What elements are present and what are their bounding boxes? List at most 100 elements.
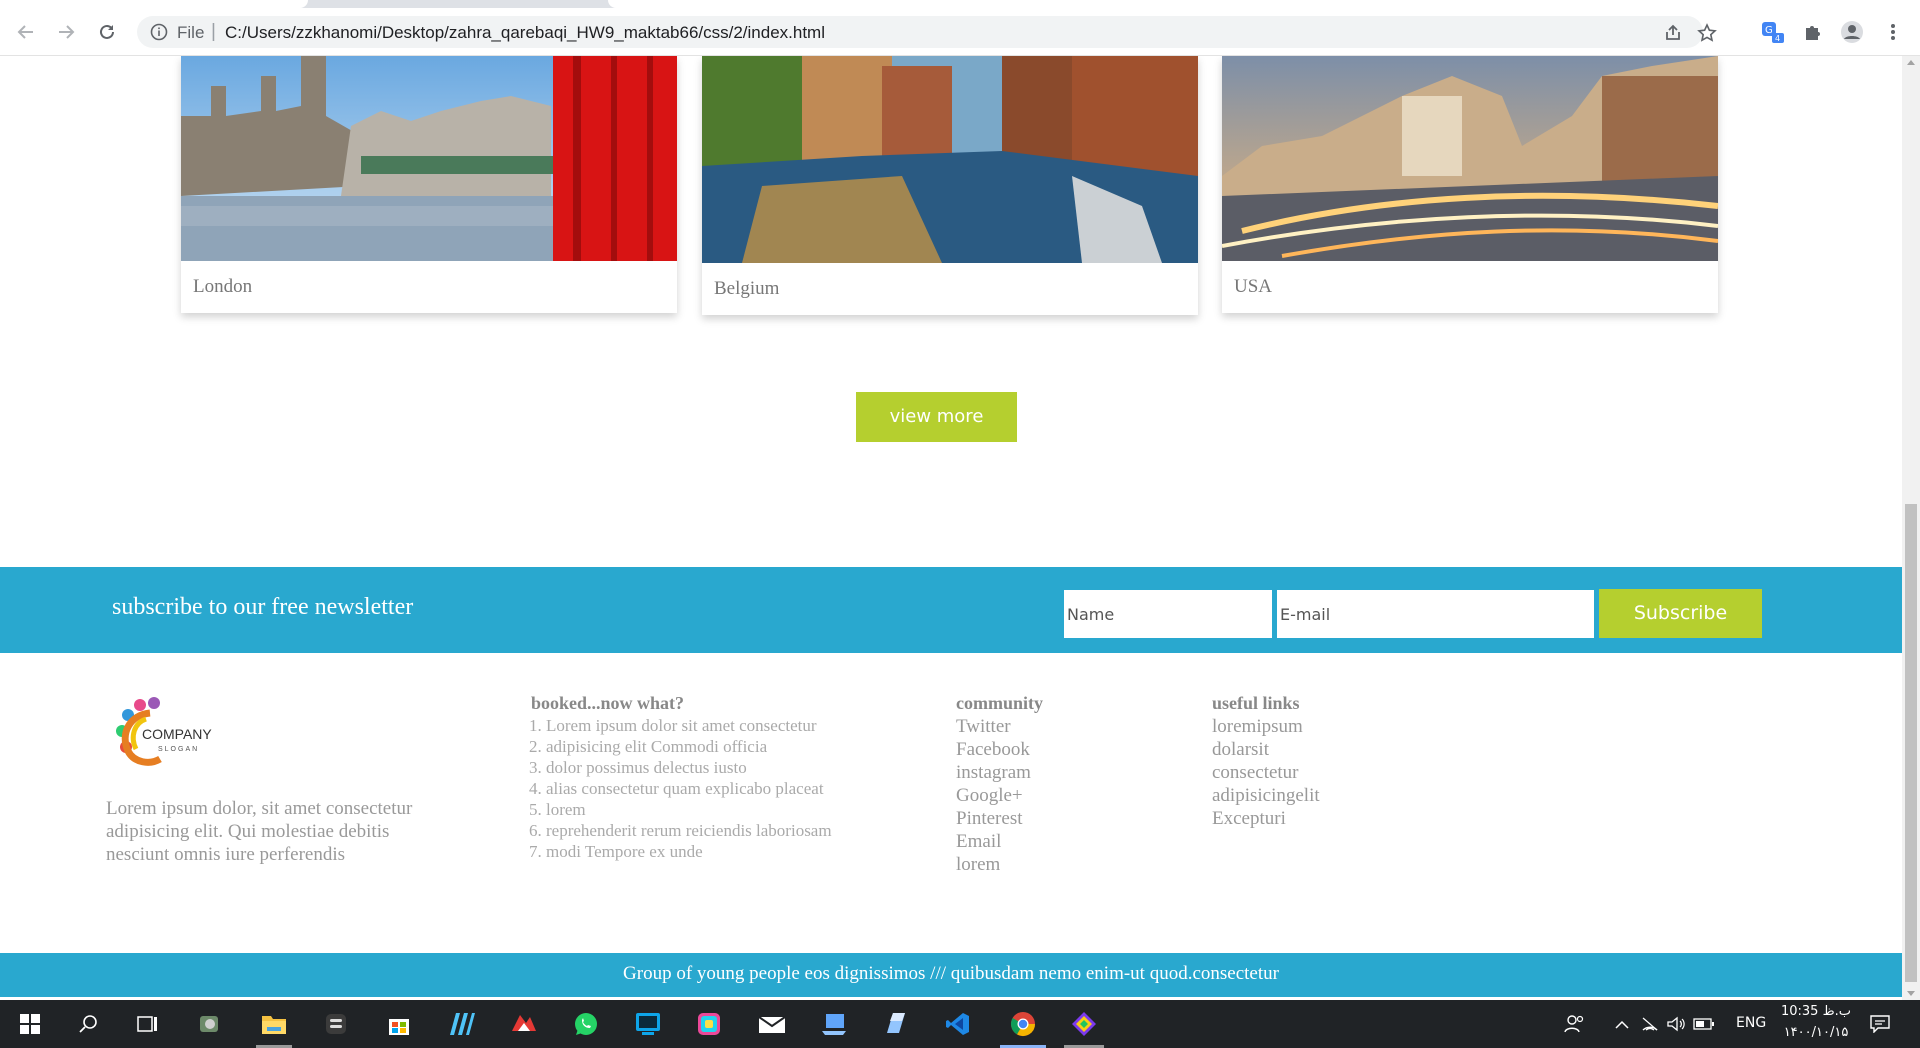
file-explorer-icon[interactable] [250,1000,298,1048]
back-arrow-icon [17,25,33,39]
start-button[interactable] [6,1000,54,1048]
store-icon[interactable] [375,1000,423,1048]
community-link[interactable]: Facebook [956,738,1031,761]
community-link[interactable]: Twitter [956,715,1031,738]
mail-icon[interactable] [748,1000,796,1048]
whatsapp-icon[interactable] [562,1000,610,1048]
extensions-puzzle-icon[interactable] [1799,18,1827,46]
useful-link[interactable]: consectetur [1212,761,1320,784]
wifi-icon[interactable] [1636,1000,1664,1048]
page-scrollbar[interactable] [1902,56,1920,1000]
share-icon[interactable] [1662,22,1684,44]
destination-card[interactable]: Belgium [702,56,1198,315]
list-item: 4. alias consectetur quam explicabo plac… [529,779,824,798]
view-more-button[interactable]: view more [856,392,1017,442]
battery-icon[interactable] [1689,1000,1719,1048]
address-scheme-label: File [177,23,205,42]
extension-badge-count: 4 [1775,34,1780,43]
community-link[interactable]: lorem [956,853,1031,876]
copyright-bar: Group of young people eos dignissimos //… [0,953,1902,997]
usa-photo [1222,56,1718,261]
windows-taskbar: ENG 10:35 ب.ظ ۱۴۰۰/۱۰/۱۵ [0,1000,1920,1048]
app-icon-3[interactable] [438,1000,486,1048]
useful-link[interactable]: loremipsum [1212,715,1320,738]
list-item: 7. modi Tempore ex unde [529,842,703,861]
svg-text:G: G [1765,25,1773,36]
reload-button[interactable] [93,18,121,46]
booked-list: 1. Lorem ipsum dolor sit amet consectetu… [529,715,832,862]
address-separator: | [211,21,216,42]
destination-name: London [193,276,253,297]
london-photo [181,56,677,261]
belgium-photo [702,56,1198,263]
list-item: 1. Lorem ipsum dolor sit amet consectetu… [529,716,817,735]
volume-icon[interactable] [1662,1000,1690,1048]
useful-link[interactable]: Excepturi [1212,807,1320,830]
useful-links: loremipsum dolarsit consectetur adipisic… [1212,715,1320,830]
clock-time[interactable]: 10:35 ب.ظ [1778,1004,1854,1019]
app-icon-2[interactable] [312,1000,360,1048]
useful-link[interactable]: adipisicingelit [1212,784,1320,807]
app-icon-8[interactable] [872,1000,920,1048]
email-input[interactable] [1277,590,1594,638]
about-text: Lorem ipsum dolor, sit amet consectetur … [106,798,413,865]
clock-date[interactable]: ۱۴۰۰/۱۰/۱۵ [1778,1025,1854,1040]
chrome-icon[interactable] [996,1000,1050,1048]
logo-text: COMPANY [142,726,212,742]
name-input[interactable] [1064,590,1272,638]
task-view-icon[interactable] [124,1000,172,1048]
list-item: 5. lorem [529,800,586,819]
forward-arrow-icon [59,25,75,39]
community-links: Twitter Facebook instagram Google+ Pinte… [956,715,1031,876]
scroll-up-arrow-icon[interactable] [1907,60,1915,65]
list-item: 6. reprehenderit rerum reiciendis labori… [529,821,832,840]
logo-slogan: SLOGAN [158,746,199,753]
useful-links-title: useful links [1212,693,1300,713]
newsletter-title: subscribe to our free newsletter [112,594,414,620]
destination-card[interactable]: London [181,56,677,313]
language-indicator[interactable]: ENG [1736,1015,1766,1031]
app-icon-5[interactable] [624,1000,672,1048]
chevron-up-icon[interactable] [1607,1000,1637,1048]
windows-logo-icon [20,1014,40,1034]
newsletter-bar: subscribe to our free newsletter Subscri… [0,567,1902,653]
community-link[interactable]: Google+ [956,784,1031,807]
destination-name: Belgium [714,278,780,299]
app-icon-4[interactable] [500,1000,548,1048]
translate-extension-icon[interactable]: G4 [1759,18,1787,46]
browser-menu-icon[interactable] [1879,18,1907,46]
web-page: London Belgium USA view more subscribe t… [0,56,1902,1000]
useful-link[interactable]: dolarsit [1212,738,1320,761]
booked-title: booked...now what? [531,693,685,713]
forward-button[interactable] [52,18,80,46]
browser-toolbar: File | C:/Users/zzkhanomi/Desktop/zahra_… [0,8,1920,56]
address-bar[interactable]: File | C:/Users/zzkhanomi/Desktop/zahra_… [137,16,1717,48]
app-icon-9[interactable] [1058,1000,1110,1048]
app-icon-7[interactable] [810,1000,858,1048]
browser-tab[interactable] [0,0,308,8]
vscode-icon[interactable] [934,1000,982,1048]
community-link[interactable]: Pinterest [956,807,1031,830]
back-button[interactable] [12,18,40,46]
app-icon-1[interactable] [186,1000,234,1048]
notifications-icon[interactable] [1860,1000,1900,1048]
company-logo[interactable]: COMPANY SLOGAN [110,693,230,771]
address-url[interactable]: C:/Users/zzkhanomi/Desktop/zahra_qarebaq… [225,23,825,43]
destination-name: USA [1234,276,1273,297]
community-title: community [956,693,1043,713]
tab-strip [0,0,1920,8]
community-link[interactable]: Email [956,830,1031,853]
community-link[interactable]: instagram [956,761,1031,784]
destination-card[interactable]: USA [1222,56,1718,313]
scroll-down-arrow-icon[interactable] [1907,991,1915,996]
info-icon[interactable] [149,22,169,42]
app-icon-6[interactable] [685,1000,733,1048]
bookmark-star-icon[interactable] [1696,22,1718,44]
search-icon[interactable] [65,1000,113,1048]
list-item: 2. adipisicing elit Commodi officia [529,737,768,756]
people-icon[interactable] [1555,1000,1595,1048]
list-item: 3. dolor possimus delectus iusto [529,758,747,777]
profile-avatar-icon[interactable] [1838,18,1866,46]
scrollbar-thumb[interactable] [1905,504,1917,982]
subscribe-button[interactable]: Subscribe [1599,589,1762,638]
